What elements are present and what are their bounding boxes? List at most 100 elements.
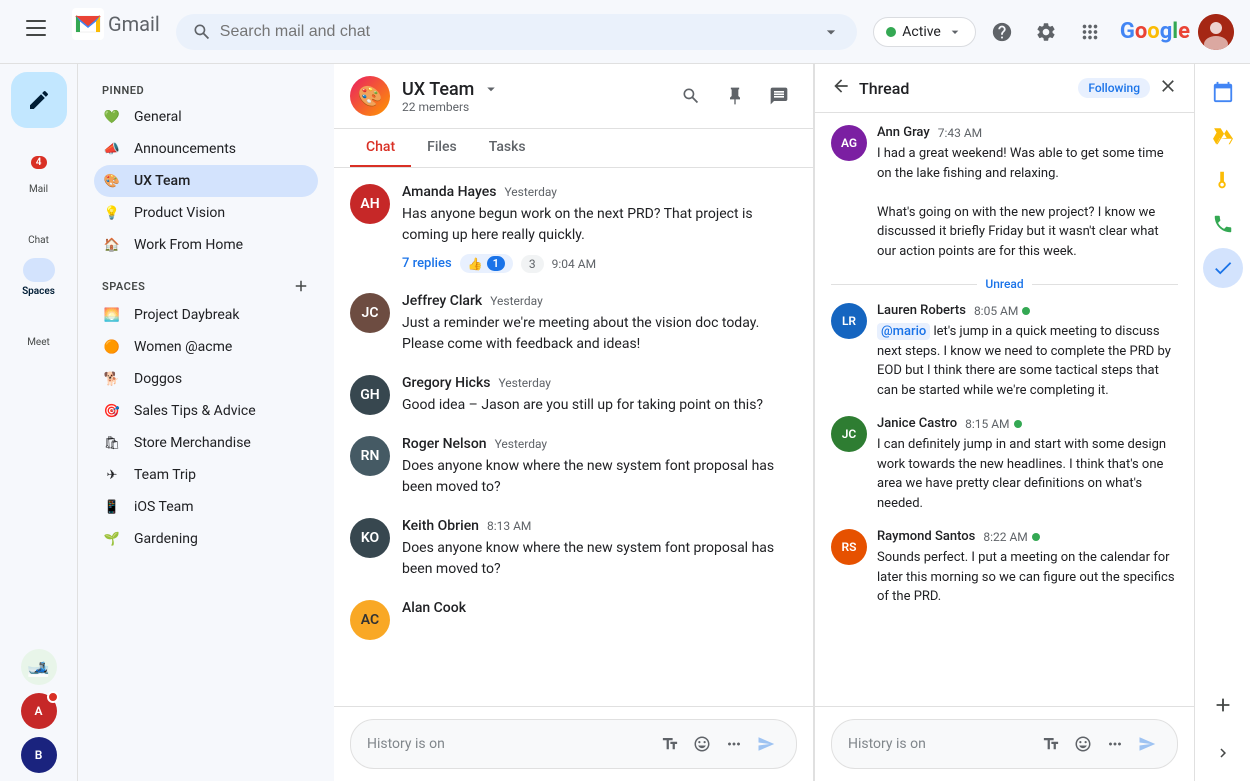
chat-column: 🎨 UX Team 22 members — [334, 64, 814, 781]
message-content-2: Jeffrey Clark Yesterday Just a reminder … — [402, 293, 797, 355]
status-dropdown-icon — [947, 24, 963, 40]
thread-back-button[interactable] — [831, 76, 851, 100]
thread-emoji-button[interactable] — [1069, 730, 1097, 758]
bottom-avatar-2[interactable]: A — [21, 693, 57, 729]
search-chat-button[interactable] — [673, 78, 709, 114]
sidebar-item-workfromhome[interactable]: 🏠 Work From Home — [94, 229, 318, 261]
thread-panel: Thread Following AG Ann Gray 7:43 — [814, 64, 1194, 781]
compose-icon — [27, 88, 51, 112]
bottom-avatar-1[interactable]: 🎿 — [21, 649, 57, 685]
tab-tasks[interactable]: Tasks — [473, 129, 542, 167]
rightbar-add[interactable] — [1203, 685, 1243, 725]
thread-header: Thread Following — [815, 64, 1194, 113]
more-icon — [769, 86, 789, 106]
sidebar-item-productvision[interactable]: 💡 Product Vision — [94, 197, 318, 229]
top-bar: Gmail Active — [0, 0, 1250, 64]
rightbar-tasks[interactable] — [1203, 248, 1243, 288]
sidebar-item-salestips[interactable]: 🎯 Sales Tips & Advice — [94, 395, 318, 427]
productvision-icon: 💡 — [102, 203, 122, 223]
online-dot-janice — [1014, 420, 1022, 428]
emoji-button[interactable] — [688, 730, 716, 758]
sidebar-item-womenacme[interactable]: 🟠 Women @acme — [94, 331, 318, 363]
avatar-jeffrey: JC — [350, 293, 390, 333]
settings-button[interactable] — [1028, 14, 1064, 50]
thread-msg-header-2: Lauren Roberts 8:05 AM — [877, 303, 1178, 318]
thread-messages: AG Ann Gray 7:43 AM I had a great weeken… — [815, 113, 1194, 706]
thread-msg-content-3: Janice Castro 8:15 AM I can definitely j… — [877, 416, 1178, 513]
tab-chat[interactable]: Chat — [350, 129, 411, 167]
sidebar-item-storemerchandise[interactable]: 🛍 Store Merchandise — [94, 427, 318, 459]
user-avatar[interactable] — [1198, 14, 1234, 50]
right-bar — [1194, 64, 1250, 781]
help-button[interactable] — [984, 14, 1020, 50]
avatar-gregory: GH — [350, 375, 390, 415]
message-name-3: Gregory Hicks — [402, 375, 490, 391]
status-button[interactable]: Active — [873, 17, 976, 47]
rightbar-keep[interactable] — [1203, 160, 1243, 200]
chat-input-container: History is on — [334, 706, 813, 781]
nav-item-meet[interactable]: Meet — [4, 305, 74, 352]
more-button[interactable] — [761, 78, 797, 114]
following-badge[interactable]: Following — [1078, 78, 1150, 98]
thread-send-button[interactable] — [1133, 730, 1161, 758]
chat-input-placeholder: History is on — [367, 736, 648, 752]
tasks-icon — [1212, 257, 1234, 279]
compose-button[interactable] — [11, 72, 67, 128]
search-box[interactable] — [176, 14, 858, 50]
sidebar-item-teamtrip[interactable]: ✈ Team Trip — [94, 459, 318, 491]
rightbar-drive[interactable] — [1203, 116, 1243, 156]
app-body: 4 Mail Chat Spaces — [0, 64, 1250, 781]
thread-avatar-raymond: RS — [831, 529, 867, 565]
thread-input-box[interactable]: History is on — [831, 719, 1178, 769]
sidebar-item-announcements[interactable]: 📣 Announcements — [94, 133, 318, 165]
nav-item-spaces[interactable]: Spaces — [4, 254, 74, 301]
team-dropdown-icon[interactable] — [482, 80, 500, 98]
gmail-logo: Gmail — [72, 8, 160, 40]
rightbar-phone[interactable] — [1203, 204, 1243, 244]
chat-input-box[interactable]: History is on — [350, 719, 797, 769]
search-icon — [192, 22, 212, 42]
replies-bar-1[interactable]: 7 replies 👍 1 3 9:04 AM — [402, 254, 797, 273]
thread-format-button[interactable] — [1037, 730, 1065, 758]
apps-button[interactable] — [1072, 14, 1108, 50]
sidebar-item-doggos[interactable]: 🐕 Doggos — [94, 363, 318, 395]
thread-emoji-icon — [1074, 735, 1092, 753]
sidebar-item-projectdaybreak[interactable]: 🌅 Project Daybreak — [94, 299, 318, 331]
spaces-add-icon[interactable] — [292, 277, 310, 295]
more-input-button[interactable] — [720, 730, 748, 758]
sidebar-item-uxteam[interactable]: 🎨 UX Team — [94, 165, 318, 197]
bottom-avatar-3[interactable]: B — [21, 737, 57, 773]
send-button[interactable] — [752, 730, 780, 758]
pinned-title: PINNED — [94, 80, 318, 101]
nav-item-chat[interactable]: Chat — [4, 203, 74, 250]
sidebar-item-iosteam[interactable]: 📱 iOS Team — [94, 491, 318, 523]
reply-time-1: 9:04 AM — [552, 257, 596, 271]
thread-msg-name-2: Lauren Roberts — [877, 303, 966, 318]
nav-item-mail[interactable]: 4 Mail — [4, 152, 74, 199]
pinned-section: PINNED 💚 General 📣 Announcements 🎨 UX Te… — [78, 72, 334, 265]
reaction-badge-1: 👍 1 — [460, 254, 513, 273]
rightbar-expand[interactable] — [1203, 733, 1243, 773]
rightbar-calendar[interactable] — [1203, 72, 1243, 112]
message-time-4: Yesterday — [495, 437, 548, 451]
thread-msg-time-1: 7:43 AM — [938, 126, 982, 140]
thread-close-button[interactable] — [1158, 76, 1178, 100]
thread-input-container: History is on — [815, 706, 1194, 781]
message-time-1: Yesterday — [504, 185, 557, 199]
sidebar-item-general[interactable]: 💚 General — [94, 101, 318, 133]
pin-button[interactable] — [717, 78, 753, 114]
thread-title: Thread — [859, 79, 1070, 98]
search-input[interactable] — [220, 23, 814, 41]
hamburger-menu[interactable] — [16, 8, 56, 48]
thread-more-icon — [1106, 735, 1124, 753]
thread-more-button[interactable] — [1101, 730, 1129, 758]
status-dot — [886, 27, 896, 37]
message-header-3: Gregory Hicks Yesterday — [402, 375, 797, 391]
message-text-5: Does anyone know where the new system fo… — [402, 538, 797, 580]
sidebar-item-gardening[interactable]: 🌱 Gardening — [94, 523, 318, 555]
message-name-1: Amanda Hayes — [402, 184, 496, 200]
format-button[interactable] — [656, 730, 684, 758]
tab-files[interactable]: Files — [411, 129, 473, 167]
pin-icon — [725, 86, 745, 106]
chat-header: 🎨 UX Team 22 members — [334, 64, 813, 129]
